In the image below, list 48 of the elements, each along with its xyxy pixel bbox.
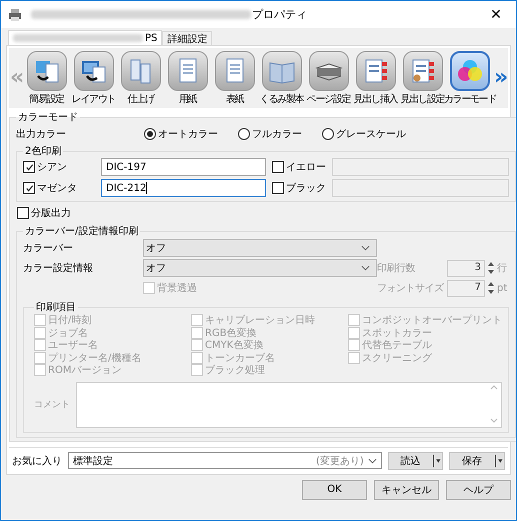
checkbox-label[interactable]: シアン xyxy=(23,160,101,174)
input-field[interactable]: DIC-197 xyxy=(101,158,266,176)
dropdown[interactable]: オフ xyxy=(143,259,377,277)
group-title: 印刷項目 xyxy=(35,300,77,314)
chevron-down-icon xyxy=(361,245,370,251)
dropdown[interactable]: オフ xyxy=(143,239,377,257)
dropdown-arrow-icon xyxy=(494,454,504,468)
unit-label: pt xyxy=(497,282,508,294)
unit-label: 行 xyxy=(497,262,508,275)
checkbox-label[interactable]: マゼンタ xyxy=(23,181,101,195)
group-title: カラーバー/設定情報印刷 xyxy=(24,224,140,238)
split-button[interactable]: 保存 xyxy=(449,452,505,470)
chevron-down-icon xyxy=(361,265,370,271)
field-label: フォントサイズ xyxy=(377,282,445,295)
chevron-down-icon xyxy=(368,458,377,464)
field-label: コメント xyxy=(34,399,71,411)
check-icon xyxy=(24,184,34,192)
dialog-button[interactable]: ヘルプ xyxy=(446,480,511,500)
checkbox[interactable] xyxy=(23,161,35,173)
check-icon xyxy=(24,162,34,172)
input-field[interactable]: DIC-212 xyxy=(101,179,266,197)
spin-buttons[interactable] xyxy=(487,260,495,276)
field-label: 印刷行数 xyxy=(377,262,416,275)
scroll-right-button[interactable]: » xyxy=(494,67,507,89)
radio-button[interactable]: フルカラー xyxy=(238,127,302,141)
spin-buttons[interactable] xyxy=(487,280,495,296)
radio-button[interactable]: オートカラー xyxy=(144,127,218,141)
checkbox[interactable] xyxy=(23,182,35,194)
dialog-button[interactable]: OK xyxy=(302,480,367,500)
checkbox[interactable] xyxy=(17,207,29,219)
group-title: カラーモード xyxy=(17,111,79,124)
dialog-button[interactable]: キャンセル xyxy=(374,480,439,500)
dropdown-arrow-icon xyxy=(432,454,442,468)
checkbox-label[interactable]: 分版出力 xyxy=(17,206,516,220)
window-title: プロパティ xyxy=(252,7,307,22)
group-title: 2色印刷 xyxy=(24,144,62,158)
tab[interactable]: PS xyxy=(8,30,162,45)
field-label: カラーバー xyxy=(23,242,74,255)
radio-button[interactable]: グレースケール xyxy=(322,127,406,141)
dropdown[interactable]: 標準設定 (変更あり) xyxy=(68,452,382,469)
close-button[interactable]: ✕ xyxy=(476,1,516,28)
field-label: カラー設定情報 xyxy=(23,262,94,275)
tab[interactable]: 詳細設定 xyxy=(162,31,212,45)
field-label: お気に入り xyxy=(12,454,62,468)
field-label: 出力カラー xyxy=(16,128,66,141)
printer-icon xyxy=(7,6,23,22)
scrollbar xyxy=(489,382,499,424)
split-button[interactable]: 読込 xyxy=(388,452,444,470)
